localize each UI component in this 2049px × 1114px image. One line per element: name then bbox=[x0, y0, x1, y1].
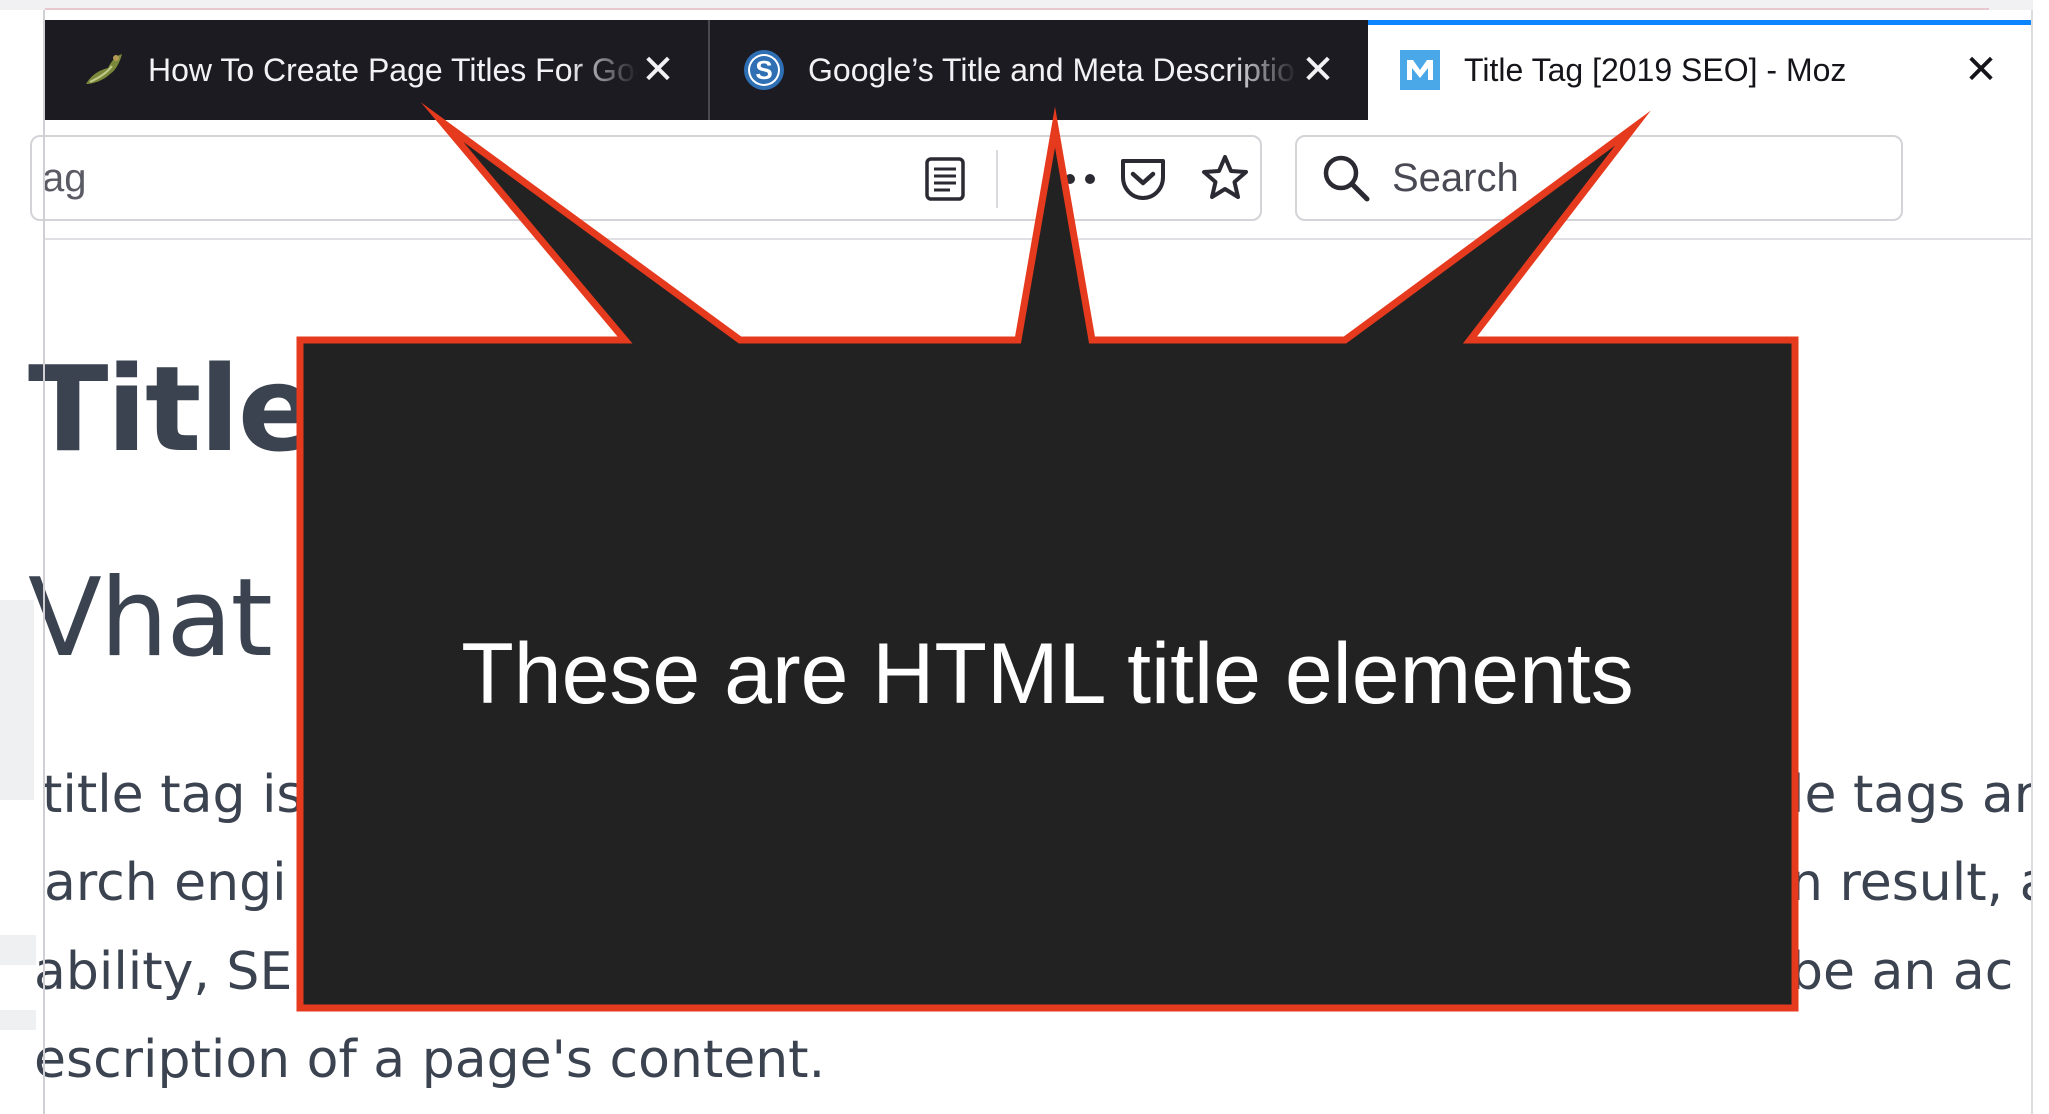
callout-box bbox=[296, 102, 1799, 1012]
callout-text: These are HTML title elements bbox=[461, 626, 1634, 722]
window-right-edge bbox=[2033, 0, 2049, 1114]
window-left-edge bbox=[0, 0, 40, 1114]
window-left-border bbox=[43, 10, 45, 1114]
